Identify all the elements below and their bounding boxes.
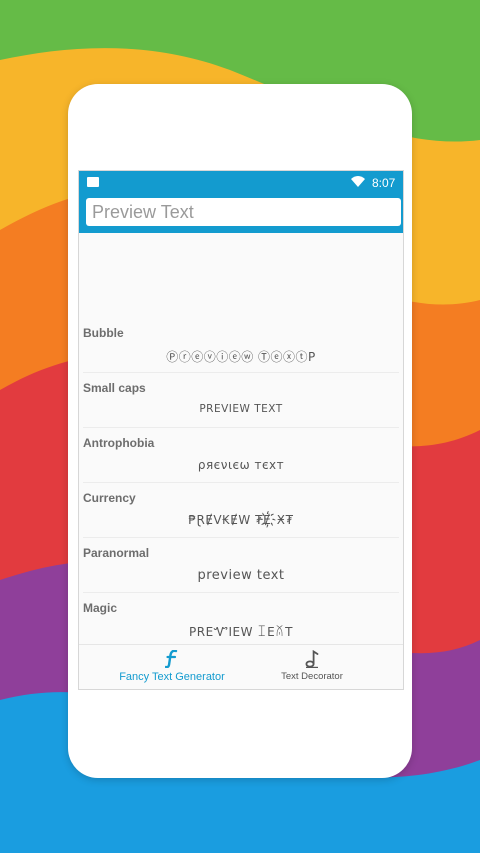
divider <box>83 482 399 483</box>
function-f-icon <box>165 650 178 668</box>
style-sample: PREVIEW TEXT <box>199 403 283 415</box>
divider <box>83 592 399 593</box>
nav-label: Text Decorator <box>281 671 343 682</box>
style-name: Antrophobia <box>83 436 155 450</box>
style-item-small-caps[interactable]: Small caps PREVIEW TEXT <box>79 376 403 431</box>
divider <box>83 427 399 428</box>
status-time: 8:07 <box>372 176 396 190</box>
style-item-bubble[interactable]: Bubble Ⓟⓡⓔⓥⓘⓔⓦ ⓉⓔⓧⓣΡ <box>79 321 403 376</box>
nav-fancy-text-generator[interactable]: Fancy Text Generator <box>107 645 237 689</box>
divider <box>83 537 399 538</box>
status-bar: 8:07 <box>79 171 403 195</box>
font-style-list: Bubble Ⓟⓡⓔⓥⓘⓔⓦ ⓉⓔⓧⓣΡ Small caps PREVIEW … <box>79 321 403 651</box>
style-sample: preview text <box>197 568 285 583</box>
style-name: Currency <box>83 491 136 505</box>
bottom-navigation: Fancy Text Generator Text Decorator <box>79 644 403 689</box>
style-item-magic[interactable]: Magic PREᏉIEW ꀤEꊼT <box>79 596 403 651</box>
style-sample: PREᏉIEW ꀤEꊼT <box>189 625 293 639</box>
style-sample: ₱ⱤɆV₭ɆW ₮Ɇ҉Ӿ₮ <box>188 513 294 527</box>
style-sample: Ⓟⓡⓔⓥⓘⓔⓦ ⓉⓔⓧⓣΡ <box>166 350 316 364</box>
divider <box>83 372 399 373</box>
style-item-antrophobia[interactable]: Antrophobia ρяєνιєω тєхт <box>79 431 403 486</box>
style-name: Small caps <box>83 381 146 395</box>
sd-card-icon <box>87 177 99 187</box>
style-sample: ρяєνιєω тєхт <box>197 458 285 472</box>
style-name: Magic <box>83 601 118 615</box>
style-name: Paranormal <box>83 546 150 560</box>
style-name: Bubble <box>83 326 124 340</box>
style-item-paranormal[interactable]: Paranormal preview text <box>79 541 403 596</box>
wifi-icon <box>351 176 365 187</box>
nav-text-decorator[interactable]: Text Decorator <box>262 645 362 689</box>
app-bar <box>79 195 403 233</box>
style-item-currency[interactable]: Currency ₱ⱤɆV₭ɆW ₮Ɇ҉Ӿ₮ <box>79 486 403 541</box>
music-note-icon <box>305 650 319 668</box>
nav-label: Fancy Text Generator <box>119 671 225 683</box>
app-screen: 8:07 Bubble Ⓟⓡⓔⓥⓘⓔⓦ ⓉⓔⓧⓣΡ Small caps PRE… <box>78 170 404 690</box>
preview-text-input[interactable] <box>86 198 401 226</box>
